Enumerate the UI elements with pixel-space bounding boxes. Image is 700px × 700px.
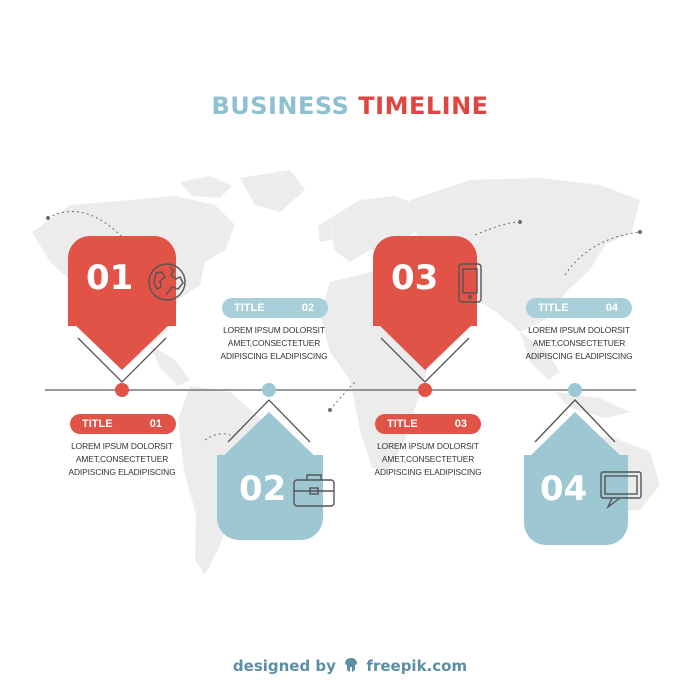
pill-title: TITLE — [538, 302, 569, 314]
text-line: ADIPISCING ELADIPISCING — [220, 351, 328, 361]
text-line: LOREM IPSUM DOLORSIT — [223, 325, 325, 335]
briefcase-icon — [291, 469, 337, 518]
step-01-title-pill: TITLE 01 — [70, 414, 176, 434]
text-line: AMET,CONSECTETUER — [75, 454, 169, 464]
text-line: AMET,CONSECTETUER — [381, 454, 475, 464]
text-line: LOREM IPSUM DOLORSIT — [71, 441, 173, 451]
pill-title: TITLE — [234, 302, 265, 314]
pill-number: 03 — [454, 418, 467, 430]
footer-credit: designed by freepik.com — [0, 657, 700, 677]
pill-title: TITLE — [82, 418, 113, 430]
step-02-badge: 02 — [217, 455, 335, 540]
pill-number: 02 — [301, 302, 314, 314]
freepik-logo-icon — [343, 657, 359, 677]
text-line: ADIPISCING ELADIPISCING — [374, 467, 482, 477]
text-line: AMET,CONSECTETUER — [532, 338, 626, 348]
step-04-title-pill: TITLE 04 — [526, 298, 632, 318]
page-title: BUSINESS TIMELINE — [0, 92, 700, 120]
step-01-badge: 01 — [68, 236, 186, 326]
step-04-description: LOREM IPSUM DOLORSIT AMET,CONSECTETUER A… — [514, 324, 644, 363]
chat-bubble-icon — [598, 469, 644, 518]
step-number: 04 — [540, 469, 588, 509]
step-03-badge: 03 — [373, 236, 482, 326]
title-word-timeline: TIMELINE — [358, 92, 489, 120]
text-line: ADIPISCING ELADIPISCING — [525, 351, 633, 361]
globe-icon — [146, 261, 188, 312]
step-03-title-pill: TITLE 03 — [375, 414, 481, 434]
pill-number: 01 — [149, 418, 162, 430]
footer-prefix: designed by — [232, 657, 336, 675]
step-02-description: LOREM IPSUM DOLORSIT AMET,CONSECTETUER A… — [209, 324, 339, 363]
text-line: LOREM IPSUM DOLORSIT — [377, 441, 479, 451]
footer-brand: freepik.com — [366, 657, 468, 675]
step-02-title-pill: TITLE 02 — [222, 298, 328, 318]
text-line: AMET,CONSECTETUER — [227, 338, 321, 348]
step-01-description: LOREM IPSUM DOLORSIT AMET,CONSECTETUER A… — [57, 440, 187, 479]
step-number: 01 — [86, 258, 134, 298]
step-04-badge: 04 — [524, 455, 642, 545]
pill-number: 04 — [605, 302, 618, 314]
text-line: ADIPISCING ELADIPISCING — [68, 467, 176, 477]
title-word-business: BUSINESS — [211, 92, 350, 120]
pill-title: TITLE — [387, 418, 418, 430]
step-number: 02 — [239, 469, 287, 509]
text-line: LOREM IPSUM DOLORSIT — [528, 325, 630, 335]
tablet-icon — [457, 262, 483, 313]
step-number: 03 — [391, 258, 439, 298]
step-03-description: LOREM IPSUM DOLORSIT AMET,CONSECTETUER A… — [363, 440, 493, 479]
